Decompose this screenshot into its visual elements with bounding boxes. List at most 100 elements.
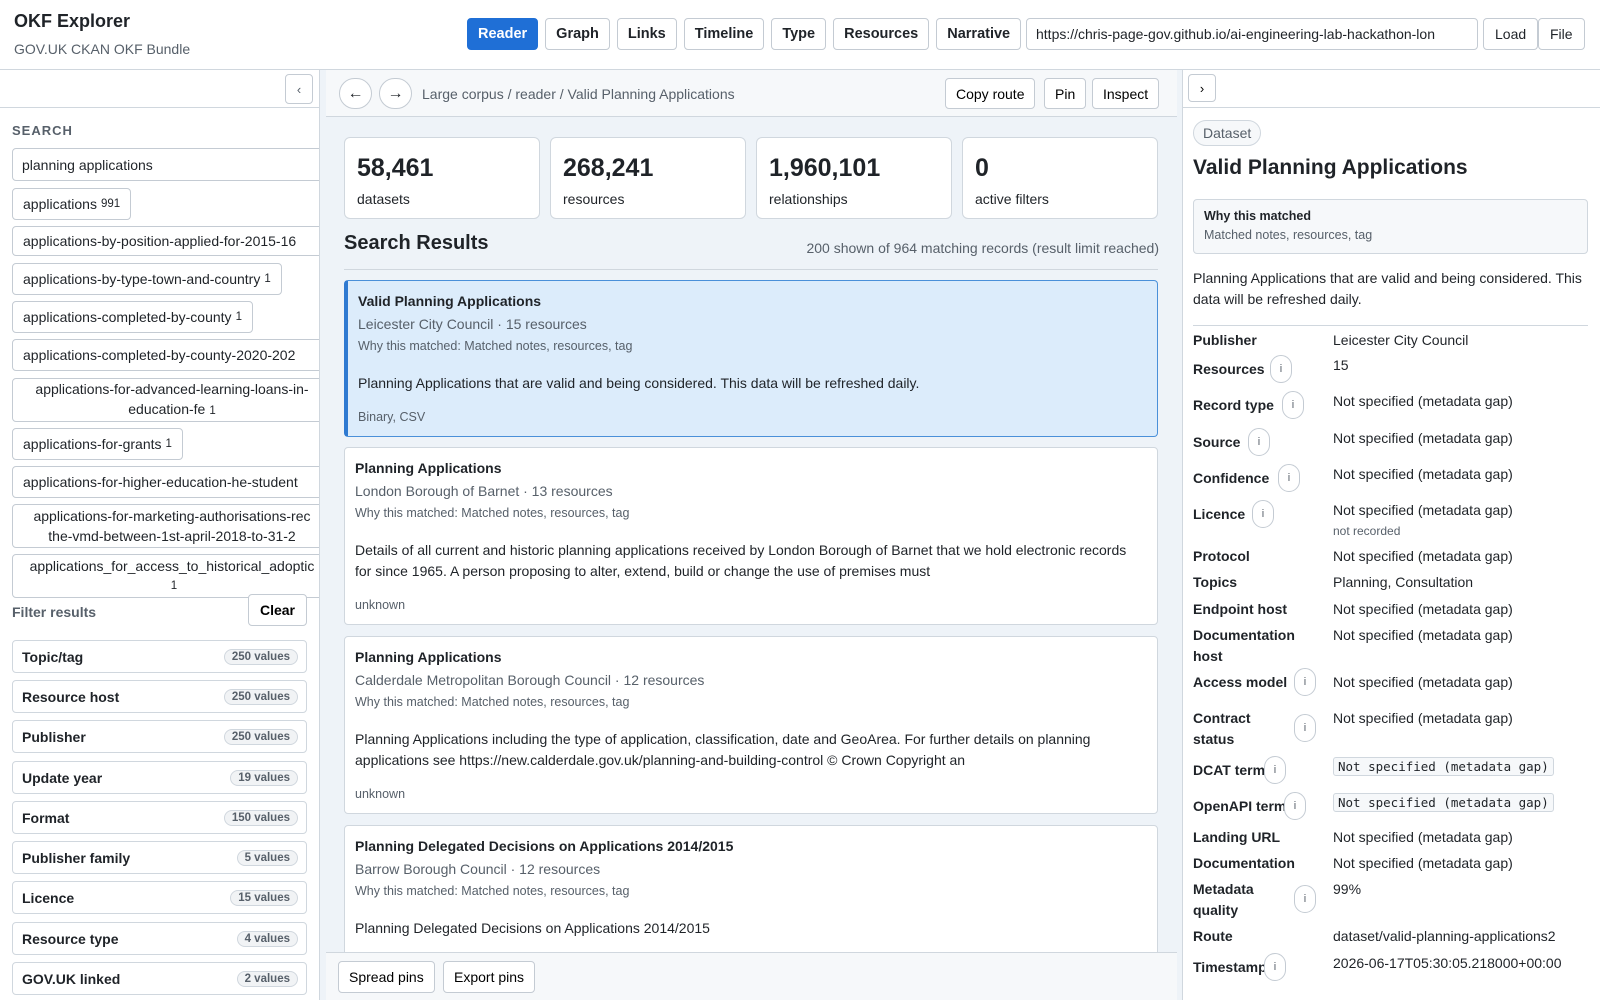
info-icon[interactable]: i — [1252, 500, 1274, 528]
result-title: Planning Delegated Decisions on Applicat… — [355, 838, 734, 854]
prop-value: Not specified (metadata gap) — [1333, 710, 1513, 726]
suggestion-chip[interactable]: applications-for-grants 1 — [12, 428, 183, 460]
prop-label: OpenAPI term — [1193, 798, 1287, 814]
results-summary: 200 shown of 964 matching records (resul… — [806, 240, 1159, 256]
prop-value: Not specified (metadata gap) — [1333, 792, 1554, 814]
result-description: Details of all current and historic plan… — [355, 542, 1127, 579]
suggestion-chip[interactable]: applications-for-marketing-authorisation… — [12, 504, 319, 548]
collapse-right-panel-button[interactable]: › — [1188, 74, 1216, 102]
suggestion-chip[interactable]: applications_for_access_to_historical_ad… — [12, 554, 319, 598]
info-icon[interactable]: i — [1264, 756, 1286, 784]
load-button[interactable]: Load — [1483, 18, 1539, 50]
tab-graph[interactable]: Graph — [545, 18, 610, 50]
facet-govuk-linked[interactable]: GOV.UK linked 2 values — [12, 962, 307, 995]
facet-resource-host[interactable]: Resource host 250 values — [12, 680, 307, 713]
prop-value: 2026-06-17T05:30:05.218000+00:00 — [1333, 955, 1562, 971]
stat-card-relationships: 1,960,101 relationships — [756, 137, 952, 219]
info-icon[interactable]: i — [1248, 428, 1270, 456]
prop-value: Not specified (metadata gap) — [1333, 466, 1513, 482]
tab-resources[interactable]: Resources — [833, 18, 930, 50]
inspect-button[interactable]: Inspect — [1092, 78, 1160, 109]
prop-value: Planning, Consultation — [1333, 574, 1474, 590]
prop-label: Endpoint host — [1193, 601, 1288, 617]
facet-format[interactable]: Format 150 values — [12, 801, 307, 834]
suggestion-chip[interactable]: applications-by-position-applied-for-201… — [12, 226, 319, 256]
result-card-selected[interactable]: Valid Planning Applications Leicester Ci… — [344, 280, 1158, 437]
top-bar: OKF Explorer GOV.UK CKAN OKF Bundle Read… — [0, 0, 1600, 70]
result-card[interactable]: Planning Applications London Borough of … — [344, 447, 1158, 625]
detail-description: Planning Applications that are valid and… — [1193, 270, 1582, 307]
prop-value: Not specified (metadata gap) — [1333, 430, 1513, 446]
pin-button[interactable]: Pin — [1044, 78, 1087, 109]
view-tabs: Reader Graph Links Timeline Type Resourc… — [467, 18, 1022, 50]
prop-value: Not specified (metadata gap) — [1333, 393, 1513, 409]
suggestion-chip[interactable]: applications-for-advanced-learning-loans… — [12, 378, 319, 422]
url-input[interactable] — [1026, 18, 1478, 50]
prop-label: Source — [1193, 434, 1241, 450]
breadcrumb: Large corpus / reader / Valid Planning A… — [422, 86, 735, 102]
detail-title: Valid Planning Applications — [1193, 156, 1468, 179]
stat-card-resources: 268,241 resources — [550, 137, 746, 219]
facet-publisher-family[interactable]: Publisher family 5 values — [12, 841, 307, 874]
facet-count-badge: 5 values — [236, 849, 298, 866]
export-pins-button[interactable]: Export pins — [443, 961, 536, 993]
prop-label: Metadata quality — [1193, 881, 1254, 918]
left-panel: ‹ SEARCH applications991 applications-by… — [0, 70, 320, 1000]
suggestion-chip[interactable]: applications-completed-by-county-2020-20… — [12, 339, 319, 371]
prop-value: Not specified (metadata gap) — [1333, 674, 1513, 690]
spread-pins-button[interactable]: Spread pins — [338, 961, 435, 993]
info-icon[interactable]: i — [1270, 355, 1292, 383]
tab-reader[interactable]: Reader — [467, 18, 539, 50]
copy-route-button[interactable]: Copy route — [945, 78, 1036, 109]
divider — [1193, 325, 1588, 326]
why-matched-box: Why this matched Matched notes, resource… — [1193, 199, 1588, 254]
result-meta: Barrow Borough Council · 12 resources — [355, 861, 601, 877]
prop-value: Not specified (metadata gap) — [1333, 756, 1554, 778]
prop-label: Publisher — [1193, 332, 1257, 348]
prop-label: Licence — [1193, 506, 1246, 522]
forward-button[interactable]: → — [379, 78, 412, 109]
file-button[interactable]: File — [1538, 18, 1585, 50]
facet-publisher[interactable]: Publisher 250 values — [12, 720, 307, 753]
tab-type[interactable]: Type — [771, 18, 827, 50]
result-card[interactable]: Planning Applications Calderdale Metropo… — [344, 636, 1158, 814]
result-why: Why this matched: Matched notes, resourc… — [355, 695, 630, 709]
facet-resource-type[interactable]: Resource type 4 values — [12, 922, 307, 955]
info-icon[interactable]: i — [1284, 792, 1306, 820]
suggestion-chip[interactable]: applications-by-type-town-and-country 1 — [12, 263, 282, 295]
prop-label: Contract status — [1193, 710, 1251, 747]
tab-narrative[interactable]: Narrative — [936, 18, 1022, 50]
divider — [344, 269, 1158, 270]
prop-label: Timestamp — [1193, 959, 1267, 975]
info-icon[interactable]: i — [1294, 714, 1316, 742]
facet-count-badge: 250 values — [223, 648, 298, 665]
info-icon[interactable]: i — [1278, 464, 1300, 492]
info-icon[interactable]: i — [1264, 953, 1286, 981]
prop-label: DCAT term — [1193, 762, 1266, 778]
pins-toolbar: Spread pins Export pins — [326, 952, 1177, 1000]
tab-links[interactable]: Links — [616, 18, 677, 50]
result-why: Why this matched: Matched notes, resourc… — [358, 339, 633, 353]
info-icon[interactable]: i — [1294, 885, 1316, 913]
divider — [0, 107, 319, 108]
facet-topic-tag[interactable]: Topic/tag 250 values — [12, 640, 307, 673]
center-toolbar: ← → Large corpus / reader / Valid Planni… — [326, 70, 1177, 117]
suggestion-chip[interactable]: applications-for-higher-education-he-stu… — [12, 466, 319, 498]
facet-update-year[interactable]: Update year 19 values — [12, 761, 307, 794]
prop-value: Not specified (metadata gap) — [1333, 601, 1513, 617]
back-button[interactable]: ← — [339, 78, 372, 109]
app-title: OKF Explorer — [14, 11, 131, 31]
collapse-left-panel-button[interactable]: ‹ — [285, 74, 313, 104]
info-icon[interactable]: i — [1294, 668, 1316, 696]
stat-card-active-filters: 0 active filters — [962, 137, 1158, 219]
search-input[interactable] — [12, 148, 319, 181]
suggestion-chip[interactable]: applications 991 — [12, 188, 132, 220]
why-matched-heading: Why this matched — [1204, 209, 1311, 223]
facet-licence[interactable]: Licence 15 values — [12, 881, 307, 914]
clear-filters-button[interactable]: Clear — [248, 594, 307, 626]
suggestion-chip[interactable]: applications-completed-by-county 1 — [12, 301, 253, 333]
tab-timeline[interactable]: Timeline — [683, 18, 765, 50]
result-title: Planning Applications — [355, 649, 502, 665]
info-icon[interactable]: i — [1282, 391, 1304, 419]
prop-value: Not specified (metadata gap) — [1333, 502, 1513, 518]
